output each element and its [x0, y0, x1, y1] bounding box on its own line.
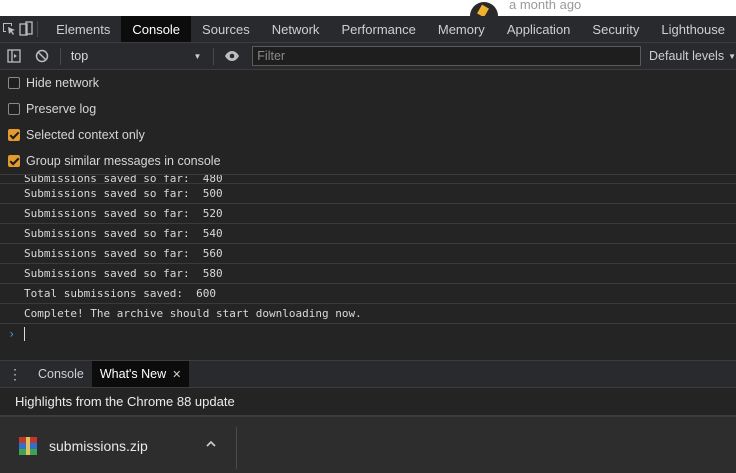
- console-message-text: Submissions saved so far: 480: [24, 175, 223, 184]
- option-label: Preserve log: [26, 102, 97, 116]
- toolbar-divider: [213, 47, 215, 65]
- device-toolbar-icon[interactable]: [17, 16, 34, 42]
- console-message: Total submissions saved: 600: [0, 284, 736, 304]
- tab-network[interactable]: Network: [261, 16, 331, 42]
- option-selected-context-only[interactable]: Selected context only: [0, 122, 736, 148]
- toolbar-divider: [36, 21, 38, 37]
- console-message: Submissions saved so far: 480: [0, 175, 736, 184]
- dropdown-arrow-icon: ▼: [728, 51, 736, 61]
- option-label: Selected context only: [26, 128, 145, 142]
- avatar: [470, 2, 498, 16]
- context-selector-value: top: [70, 49, 89, 63]
- console-message: Submissions saved so far: 540: [0, 224, 736, 244]
- devtools-tab-bar: Elements Console Sources Network Perform…: [0, 16, 736, 43]
- filter-input[interactable]: Filter: [252, 46, 642, 66]
- option-label: Hide network: [26, 76, 99, 90]
- dropdown-arrow-icon: ▼: [193, 51, 202, 61]
- checkbox[interactable]: [8, 103, 20, 115]
- clear-console-icon[interactable]: [28, 43, 56, 70]
- drawer-tab-console[interactable]: Console: [30, 361, 92, 387]
- console-message: Submissions saved so far: 500: [0, 184, 736, 204]
- archive-file-icon: [19, 436, 37, 455]
- tab-memory[interactable]: Memory: [427, 16, 496, 42]
- download-file-name: submissions.zip: [49, 437, 148, 454]
- console-prompt[interactable]: ›: [0, 324, 736, 344]
- option-group-similar[interactable]: Group similar messages in console: [0, 148, 736, 174]
- chevron-up-icon[interactable]: [206, 439, 216, 449]
- drawer-tab-whats-new[interactable]: What's New ✕: [91, 361, 190, 387]
- drawer-menu-icon[interactable]: ⋮: [0, 361, 30, 387]
- checkbox[interactable]: [8, 77, 20, 89]
- drawer-tab-label: What's New: [99, 367, 167, 381]
- toolbar-divider: [59, 47, 61, 65]
- tab-performance[interactable]: Performance: [330, 16, 426, 42]
- option-hide-network[interactable]: Hide network: [0, 70, 736, 96]
- eye-icon[interactable]: [218, 43, 246, 70]
- close-icon[interactable]: ✕: [172, 368, 181, 381]
- console-toolbar: top ▼ Filter Default levels ▼: [0, 43, 736, 70]
- console-message: Submissions saved so far: 580: [0, 264, 736, 284]
- context-selector[interactable]: top ▼: [65, 43, 210, 70]
- inspect-element-icon[interactable]: [0, 16, 17, 42]
- console-settings-panel: Hide network Preserve log Selected conte…: [0, 70, 736, 175]
- tab-sources[interactable]: Sources: [191, 16, 261, 42]
- whats-new-title: Highlights from the Chrome 88 update: [0, 388, 736, 416]
- download-divider: [236, 427, 237, 469]
- tab-elements[interactable]: Elements: [45, 16, 121, 42]
- sidebar-toggle-icon[interactable]: [0, 43, 28, 70]
- checkbox-checked[interactable]: [8, 155, 20, 167]
- console-message: Complete! The archive should start downl…: [0, 304, 736, 324]
- console-message: Submissions saved so far: 560: [0, 244, 736, 264]
- log-levels-label: Default levels: [649, 49, 725, 63]
- prompt-chevron-icon: ›: [8, 327, 16, 341]
- downloads-bar: submissions.zip: [0, 416, 736, 473]
- tab-console[interactable]: Console: [121, 16, 192, 42]
- drawer-tab-bar: ⋮ Console What's New ✕: [0, 360, 736, 388]
- console-output[interactable]: Submissions saved so far: 480 Submission…: [0, 175, 736, 360]
- log-levels-dropdown[interactable]: Default levels ▼: [649, 49, 736, 63]
- tab-security[interactable]: Security: [581, 16, 650, 42]
- text-cursor: [24, 327, 25, 341]
- checkbox-checked[interactable]: [8, 129, 20, 141]
- download-item[interactable]: submissions.zip: [0, 417, 236, 473]
- tab-application[interactable]: Application: [496, 16, 582, 42]
- option-preserve-log[interactable]: Preserve log: [0, 96, 736, 122]
- timestamp-text: a month ago: [509, 0, 582, 12]
- page-background-strip: a month ago: [0, 0, 736, 16]
- option-label: Group similar messages in console: [26, 154, 221, 168]
- tab-lighthouse[interactable]: Lighthouse: [650, 16, 736, 42]
- console-message: Submissions saved so far: 520: [0, 204, 736, 224]
